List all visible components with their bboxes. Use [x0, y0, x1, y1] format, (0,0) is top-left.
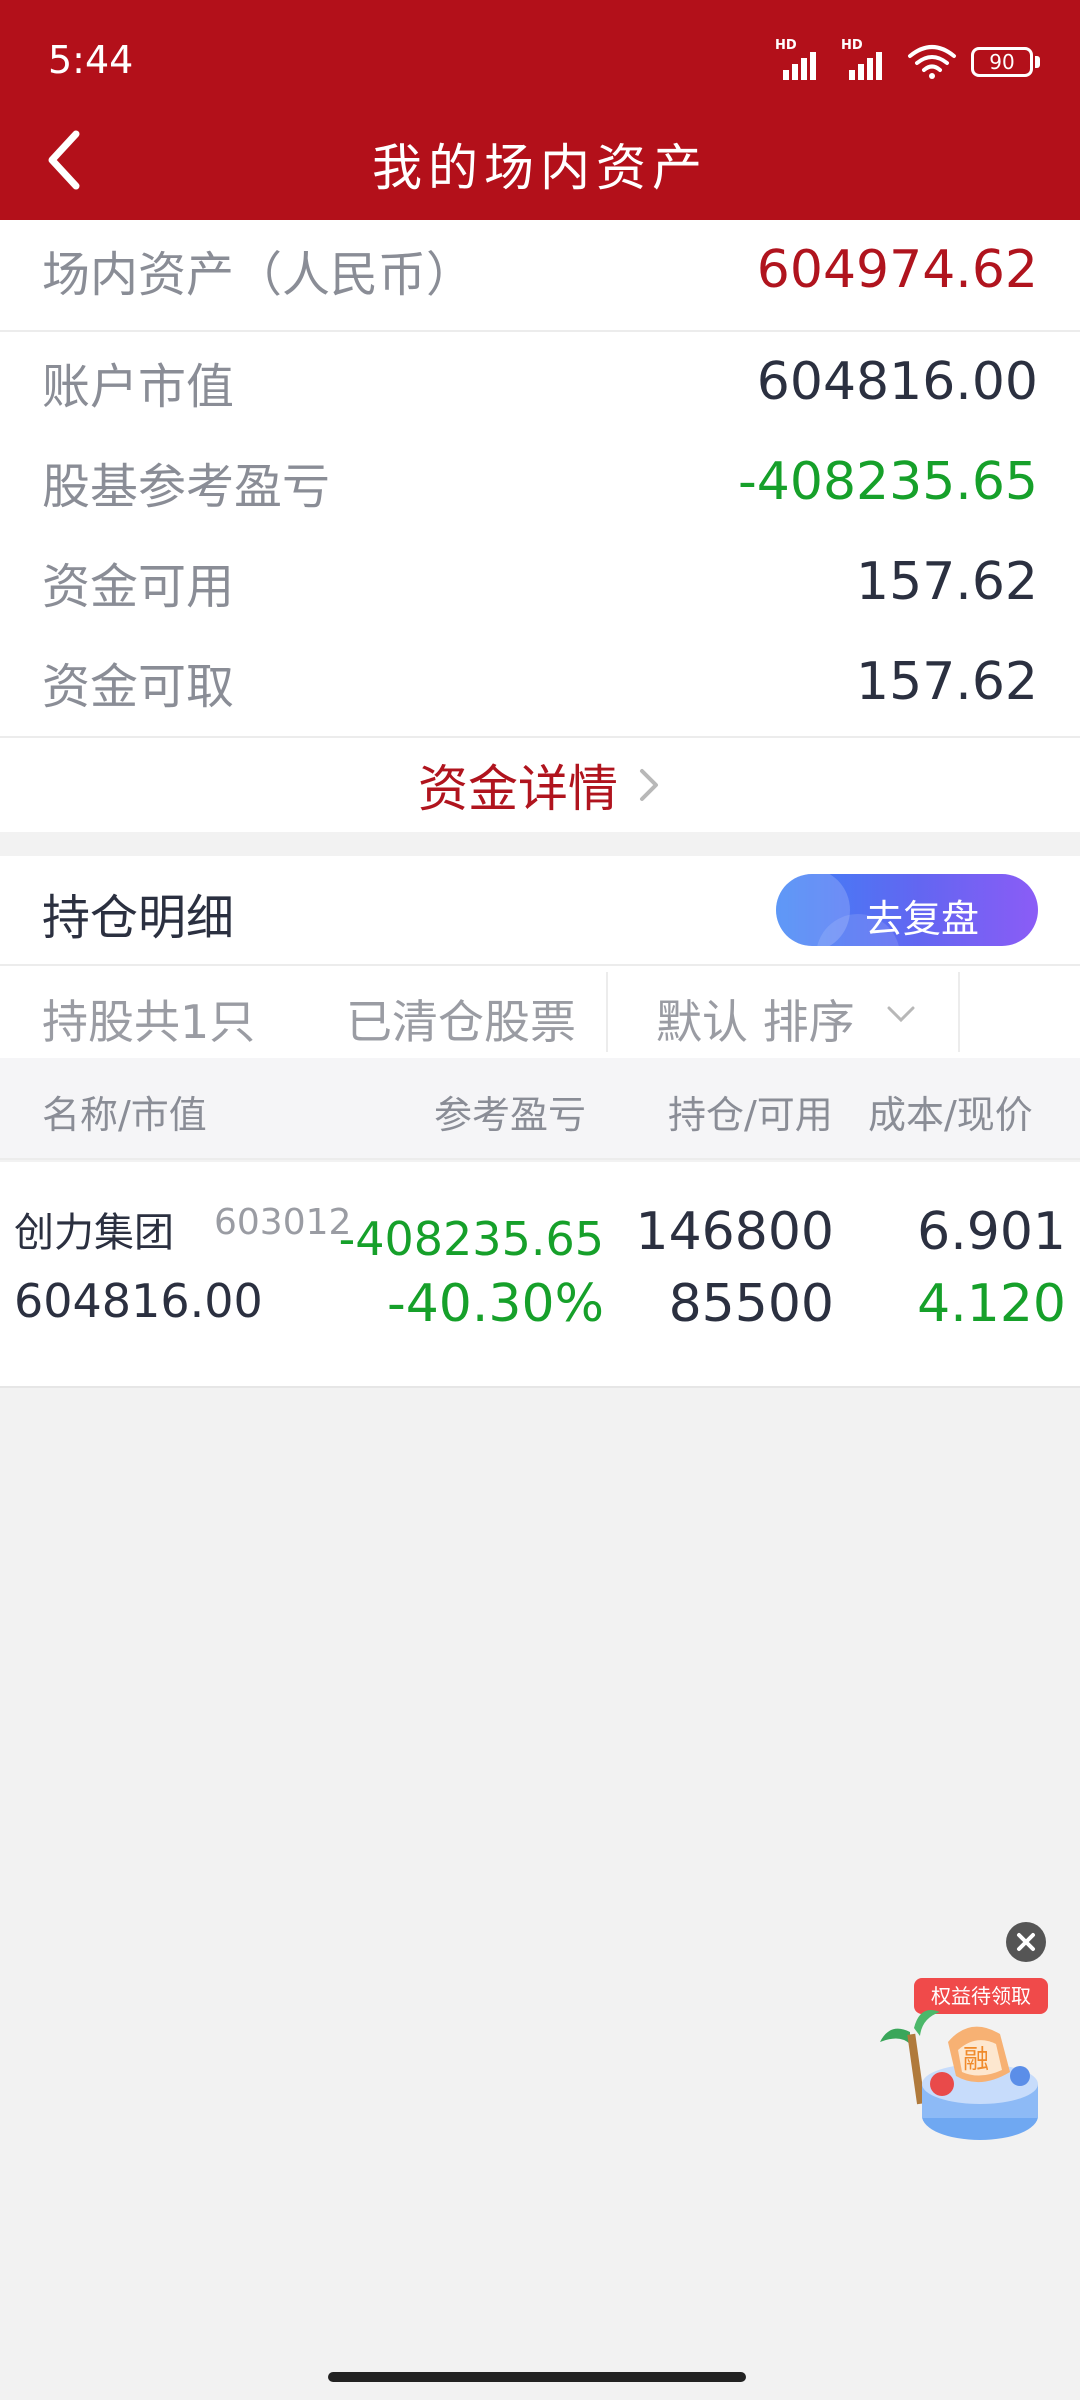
gift-icon: 融 [880, 2010, 1038, 2140]
chevron-right-icon [640, 769, 658, 801]
holdings-filter-bar: 持股共1只 已清仓股票 默认 排序 [0, 964, 1080, 1058]
divider [958, 972, 960, 1052]
home-indicator [328, 2372, 746, 2382]
divider [606, 972, 608, 1052]
fund-details-label: 资金详情 [418, 760, 618, 818]
stock-price: 4.120 [917, 1274, 1066, 1334]
market-value-row: 账户市值 604816.00 [0, 332, 1080, 432]
col-profit-loss: 参考盈亏 [434, 1093, 587, 1137]
stock-name: 创力集团 [14, 1210, 174, 1256]
table-header: 名称/市值 参考盈亏 持仓/可用 成本/现价 [0, 1058, 1080, 1160]
fund-details-link[interactable]: 资金详情 [0, 738, 1080, 832]
stock-available: 85500 [668, 1274, 834, 1334]
table-row[interactable]: 创力集团 603012 604816.00 -408235.65 -40.30%… [0, 1162, 1080, 1388]
status-icons: HD HD 90 [775, 38, 1040, 80]
stock-profit-loss-pct: -40.30% [386, 1274, 604, 1334]
holding-count-tab[interactable]: 持股共1只 [42, 986, 255, 1052]
stock-holding: 146800 [635, 1202, 834, 1262]
col-position-available: 持仓/可用 [668, 1093, 833, 1137]
market-value-label: 账户市值 [42, 359, 235, 415]
promo-floating-widget[interactable]: 权益待领取 融 [870, 1972, 1050, 2152]
withdrawable-funds-row: 资金可取 157.62 [0, 632, 1080, 732]
cleared-stocks-tab[interactable]: 已清仓股票 [346, 986, 576, 1052]
chevron-down-icon [887, 1006, 915, 1023]
available-funds-row: 资金可用 157.62 [0, 532, 1080, 632]
market-value: 604816.00 [756, 352, 1038, 412]
review-button-label: 去复盘 [864, 897, 979, 941]
stock-profit-loss: -408235.65 [338, 1212, 604, 1266]
holdings-header: 持仓明细 去复盘 [0, 856, 1080, 964]
stock-cost: 6.901 [917, 1202, 1066, 1262]
total-assets-value: 604974.62 [756, 240, 1038, 300]
available-funds-value: 157.62 [856, 552, 1038, 612]
app-header: 5:44 HD HD 90 我的场内资产 [0, 0, 1080, 220]
available-funds-label: 资金可用 [42, 559, 235, 615]
withdrawable-funds-value: 157.62 [856, 652, 1038, 712]
signal-icon: HD [841, 38, 893, 80]
promo-close-button[interactable] [1006, 1922, 1046, 1962]
col-cost-price: 成本/现价 [868, 1093, 1033, 1137]
signal-icon: HD [775, 38, 827, 80]
total-assets-label: 场内资产（人民币） [42, 247, 475, 303]
promo-badge-text: 融 [963, 2045, 989, 2075]
asset-summary: 场内资产（人民币） 604974.62 账户市值 604816.00 股基参考盈… [0, 220, 1080, 832]
sort-dropdown[interactable]: 默认 排序 [656, 986, 855, 1052]
battery-icon: 90 [971, 47, 1040, 77]
wifi-icon [908, 45, 956, 79]
profit-loss-value: -408235.65 [738, 452, 1038, 512]
total-assets-row: 场内资产（人民币） 604974.62 [0, 220, 1080, 320]
withdrawable-funds-label: 资金可取 [42, 659, 235, 715]
col-name-market-value: 名称/市值 [42, 1093, 207, 1137]
stock-market-value: 604816.00 [14, 1274, 263, 1328]
page-title: 我的场内资产 [372, 139, 708, 197]
review-button[interactable]: 去复盘 [776, 874, 1038, 946]
holdings-title: 持仓明细 [42, 890, 235, 946]
profit-loss-label: 股基参考盈亏 [42, 459, 331, 515]
stock-code: 603012 [214, 1202, 352, 1243]
status-time: 5:44 [48, 38, 134, 82]
profit-loss-row: 股基参考盈亏 -408235.65 [0, 432, 1080, 532]
close-icon [1017, 1933, 1035, 1951]
